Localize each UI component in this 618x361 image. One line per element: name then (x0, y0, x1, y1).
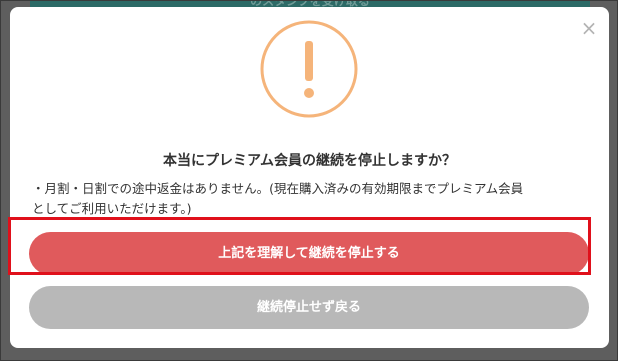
exclamation-circle-icon (260, 20, 358, 118)
stop-premium-modal: × 本当にプレミアム会員の継続を停止しますか？ ・月割・日割での途中返金はありま… (10, 7, 609, 348)
modal-body: ・月割・日割での途中返金はありません。(現在購入済みの有効期限までプレミアム会員… (32, 179, 592, 219)
body-line-1: ・月割・日割での途中返金はありません。(現在購入済みの有効期限までプレミアム会員 (32, 181, 524, 196)
close-icon[interactable]: × (580, 18, 598, 38)
highlight-box (8, 217, 591, 275)
cancel-back-button[interactable]: 継続停止せず戻る (29, 286, 589, 329)
modal-title: 本当にプレミアム会員の継続を停止しますか？ (162, 153, 457, 169)
body-line-2: としてご利用いただけます。) (32, 201, 192, 216)
